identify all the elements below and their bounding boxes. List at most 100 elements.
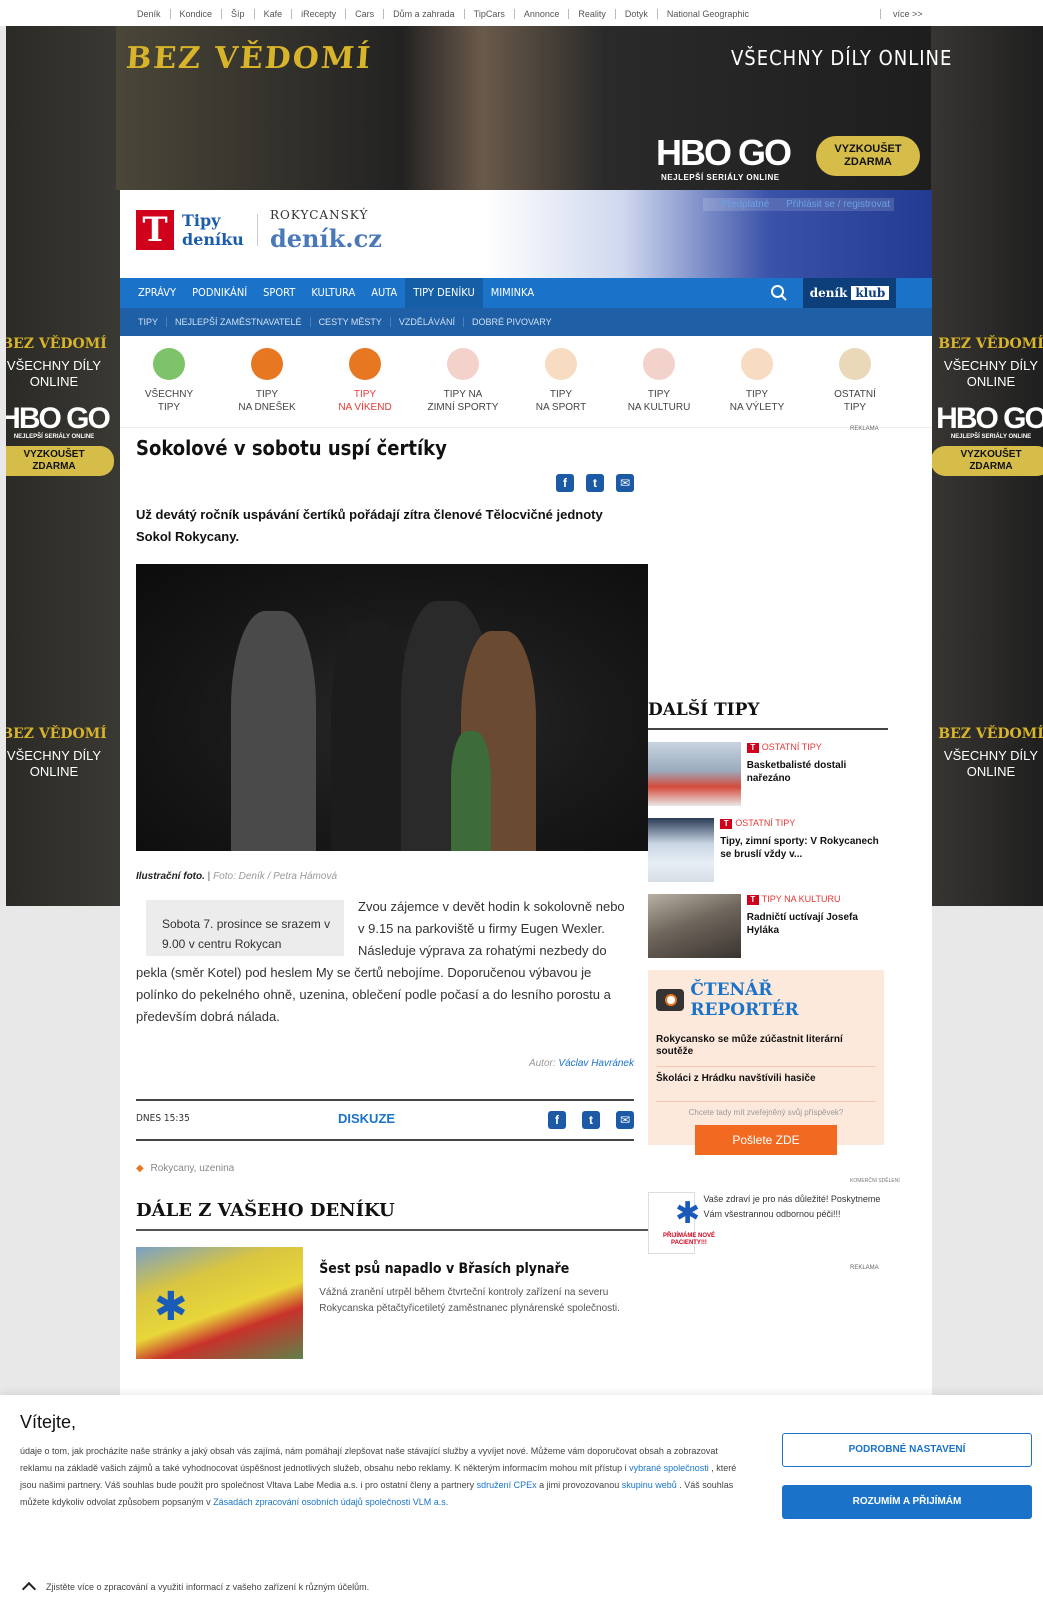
selected-companies-link[interactable]: vybrané společnosti: [629, 1463, 709, 1473]
category-label: TIPY: [745, 389, 769, 400]
subnav-item-tipy[interactable]: TIPY: [130, 317, 168, 327]
twitter-icon[interactable]: t: [582, 1111, 600, 1129]
camera-icon: [643, 348, 675, 380]
cookie-text-part: a jimi provozovanou: [539, 1480, 620, 1490]
nav-item-auta[interactable]: AUTA: [363, 278, 405, 308]
ad-side-right[interactable]: BEZ VĚDOMÍ VŠECHNY DÍLY ONLINE HBO GO NE…: [931, 336, 1043, 476]
category-winter-sports[interactable]: TIPY NA ZIMNÍ SPORTY: [414, 336, 512, 427]
site-name: deník.cz: [270, 224, 382, 253]
tip-category-label[interactable]: OSTATNÍ TIPY: [762, 742, 822, 752]
denik-klub-button[interactable]: deník klub: [803, 278, 896, 308]
network-link[interactable]: Reality: [569, 9, 616, 19]
network-link[interactable]: Šíp: [222, 9, 255, 19]
network-link[interactable]: Deník: [128, 9, 171, 19]
tip-category-label[interactable]: OSTATNÍ TIPY: [735, 818, 795, 828]
network-link[interactable]: iRecepty: [292, 9, 347, 19]
tip-text: T TIPY NA KULTURU Radničtí uctívají Josef…: [746, 894, 888, 958]
network-link[interactable]: Kafe: [255, 9, 293, 19]
network-link[interactable]: Kondice: [171, 9, 223, 19]
tip-item[interactable]: T OSTATNÍ TIPY Tipy, zimní sporty: V Roky…: [648, 818, 888, 882]
category-other[interactable]: OSTATNÍ TIPY: [806, 336, 904, 427]
category-label: TIPY: [255, 389, 279, 400]
privacy-policy-link[interactable]: Zásadách zpracování osobních údajů spole…: [213, 1497, 448, 1507]
tip-title[interactable]: Radničtí uctívají Josefa Hyláka: [747, 911, 888, 937]
email-icon[interactable]: ✉: [616, 474, 634, 492]
nav-item-podnikani[interactable]: PODNIKÁNÍ: [184, 278, 255, 308]
tip-image: [648, 894, 741, 958]
cpex-link[interactable]: sdružení CPEx: [477, 1480, 537, 1490]
main-nav: ZPRÁVY PODNIKÁNÍ SPORT KULTURA AUTA TIPY…: [120, 278, 932, 308]
subnav-item-zamestnavatele[interactable]: NEJLEPŠÍ ZAMĚSTNAVATELÉ: [167, 317, 311, 327]
subnav-item-pivovary[interactable]: DOBRÉ PIVOVARY: [464, 317, 560, 327]
logo-text-line2: deníku: [182, 230, 244, 249]
network-link[interactable]: TipCars: [465, 9, 515, 19]
login-link[interactable]: Přihlásit se / registrovat: [786, 199, 890, 210]
list-item[interactable]: ✱ Šest psů napadlo v Břasích plynaře Váž…: [136, 1247, 634, 1359]
reporter-item[interactable]: Školáci z Hrádku navštívili hasiče: [656, 1066, 876, 1085]
network-more-link[interactable]: více >>: [880, 9, 923, 19]
category-all-tips[interactable]: VŠECHNY TIPY: [120, 336, 218, 427]
twitter-icon[interactable]: t: [586, 474, 604, 492]
tags-list[interactable]: Rokycany, uzenina: [150, 1163, 234, 1174]
network-link[interactable]: Annonce: [515, 9, 570, 19]
ad-side-cta[interactable]: VYZKOUŠET ZDARMA: [6, 446, 114, 476]
tip-category-label[interactable]: TIPY NA KULTURU: [762, 894, 841, 904]
category-today[interactable]: TIPY NA DNEŠEK: [218, 336, 316, 427]
cookie-more-toggle[interactable]: Zjistěte více o zpracování a využití inf…: [21, 1579, 369, 1597]
ad-side-right-lower[interactable]: BEZ VĚDOMÍ VŠECHNY DÍLY ONLINE: [931, 726, 1043, 780]
facebook-icon[interactable]: f: [556, 474, 574, 492]
photo-figure: [231, 611, 316, 851]
network-link[interactable]: Cars: [346, 9, 385, 19]
ad-cta-button[interactable]: VYZKOUŠET ZDARMA: [816, 136, 920, 176]
nav-item-sport[interactable]: SPORT: [255, 278, 303, 308]
ad-side-left-lower[interactable]: BEZ VĚDOMÍ VŠECHNY DÍLY ONLINE: [6, 726, 114, 780]
list-item-title[interactable]: Šest psů napadlo v Břasích plynaře: [319, 1261, 634, 1277]
logo-text-line1: Tipy: [182, 211, 221, 230]
ad-side-left[interactable]: BEZ VĚDOMÍ VŠECHNY DÍLY ONLINE HBO GO NE…: [6, 336, 114, 476]
network-link[interactable]: Dotyk: [616, 9, 658, 19]
author-link[interactable]: Václav Havránek: [558, 1058, 634, 1069]
network-link[interactable]: National Geographic: [658, 9, 758, 19]
article-photo[interactable]: [136, 564, 648, 851]
facebook-icon[interactable]: f: [548, 1111, 566, 1129]
category-culture[interactable]: TIPY NA KULTURU: [610, 336, 708, 427]
category-weekend[interactable]: TIPY NA VÍKEND: [316, 336, 414, 427]
ad-side-cta[interactable]: VYZKOUŠET ZDARMA: [931, 446, 1043, 476]
subnav-item-cesty-mesty[interactable]: CESTY MĚSTY: [311, 317, 391, 327]
category-label: NA VÍKEND: [338, 402, 392, 413]
network-link[interactable]: Dům a zahrada: [384, 9, 465, 19]
send-post-button[interactable]: Pošlete ZDE: [695, 1125, 837, 1155]
web-group-link[interactable]: skupinu webů: [622, 1480, 677, 1490]
category-label: TIPY: [647, 389, 671, 400]
region-name: ROKYCANSKÝ: [270, 208, 369, 222]
promo-image: ✱ PŘIJÍMÁME NOVÉ PACIENTY!!!: [648, 1192, 715, 1254]
tip-title[interactable]: Basketbalisté dostali nařezáno: [747, 759, 888, 785]
discussion-link[interactable]: DISKUZE: [338, 1111, 395, 1126]
cookie-title: Vítejte,: [20, 1412, 77, 1432]
tip-item[interactable]: T TIPY NA KULTURU Radničtí uctívají Josef…: [648, 894, 888, 958]
nav-item-zpravy[interactable]: ZPRÁVY: [130, 278, 184, 308]
reporter-item[interactable]: Rokycansko se může zúčastnit literární s…: [656, 1034, 876, 1058]
nav-item-tipy-deniku[interactable]: TIPY DENÍKU: [405, 278, 483, 308]
star-of-life-icon: ✱: [154, 1285, 188, 1329]
nav-item-miminka[interactable]: MIMINKA: [483, 278, 542, 308]
search-icon[interactable]: [770, 284, 788, 302]
tipy-deniku-logo[interactable]: T Tipy deníku: [136, 210, 244, 250]
detailed-settings-button[interactable]: PODROBNÉ NASTAVENÍ: [782, 1433, 1032, 1467]
accept-button[interactable]: ROZUMÍM A PŘIJÍMÁM: [782, 1485, 1032, 1519]
nav-item-kultura[interactable]: KULTURA: [303, 278, 363, 308]
email-icon[interactable]: ✉: [616, 1111, 634, 1129]
category-label: TIPY: [549, 389, 573, 400]
tip-image: [648, 818, 715, 882]
category-label: NA VÝLETY: [729, 402, 785, 413]
category-label: VŠECHNY: [144, 389, 194, 400]
subnav-item-vzdelavani[interactable]: VZDĚLÁVÁNÍ: [391, 317, 464, 327]
denik-logo[interactable]: ROKYCANSKÝ deník.cz: [270, 208, 382, 253]
subscription-link[interactable]: Předplatné: [721, 199, 769, 210]
tip-item[interactable]: T OSTATNÍ TIPY Basketbalisté dostali naře…: [648, 742, 888, 806]
category-trips[interactable]: TIPY NA VÝLETY: [708, 336, 806, 427]
tip-title[interactable]: Tipy, zimní sporty: V Rokycanech se brus…: [720, 835, 888, 861]
promo-box[interactable]: ✱ PŘIJÍMÁME NOVÉ PACIENTY!!! Vaše zdraví…: [648, 1192, 888, 1254]
compass-icon: [839, 348, 871, 380]
category-sport[interactable]: TIPY NA SPORT: [512, 336, 610, 427]
